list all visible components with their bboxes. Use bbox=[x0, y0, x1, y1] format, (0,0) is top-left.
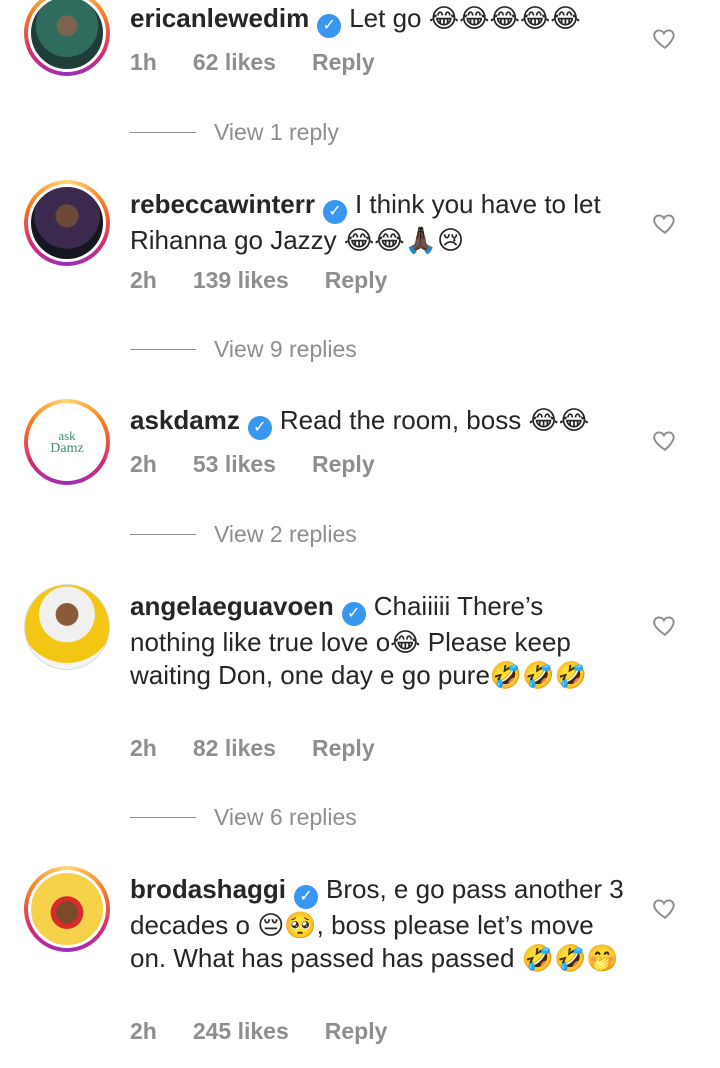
likes-count[interactable]: 53 likes bbox=[193, 451, 276, 477]
divider bbox=[130, 816, 196, 818]
likes-count[interactable]: 139 likes bbox=[193, 267, 289, 293]
username[interactable]: askdamz bbox=[130, 405, 240, 435]
view-replies-button[interactable]: View 9 replies bbox=[130, 335, 357, 363]
heart-icon[interactable] bbox=[652, 25, 678, 51]
view-replies-button[interactable]: View 2 replies bbox=[130, 520, 357, 548]
verified-badge-icon: ✓ bbox=[317, 14, 342, 38]
verified-badge-icon: ✓ bbox=[294, 885, 319, 909]
view-replies-button[interactable]: View 6 replies bbox=[130, 803, 357, 831]
heart-icon[interactable] bbox=[652, 612, 678, 638]
username[interactable]: rebeccawinterr bbox=[130, 189, 315, 219]
username[interactable]: ericanlewedim bbox=[130, 3, 309, 33]
comment-text-block: rebeccawinterr ✓ I think you have to let R… bbox=[130, 188, 630, 257]
divider bbox=[130, 533, 196, 535]
comment-text: Read the room, boss 😂😂 bbox=[279, 405, 590, 435]
reply-button[interactable]: Reply bbox=[312, 451, 375, 477]
reply-button[interactable]: Reply bbox=[325, 267, 388, 293]
likes-count[interactable]: 62 likes bbox=[193, 49, 276, 75]
comment-meta: 2h 139 likes Reply bbox=[130, 266, 423, 294]
likes-count[interactable]: 82 likes bbox=[193, 735, 276, 761]
reply-button[interactable]: Reply bbox=[312, 735, 375, 761]
comment-text-block: angelaeguavoen ✓ Chaiiiii There’s nothing … bbox=[130, 590, 630, 692]
likes-count[interactable]: 245 likes bbox=[193, 1018, 289, 1044]
reply-button[interactable]: Reply bbox=[325, 1018, 388, 1044]
comment-meta: 2h 82 likes Reply bbox=[130, 734, 411, 762]
username[interactable]: brodashaggi bbox=[130, 874, 286, 904]
comment-meta: 1h 62 likes Reply bbox=[130, 48, 411, 76]
divider bbox=[130, 131, 196, 133]
timestamp: 2h bbox=[130, 267, 157, 293]
verified-badge-icon: ✓ bbox=[341, 602, 366, 626]
timestamp: 2h bbox=[130, 451, 157, 477]
verified-badge-icon: ✓ bbox=[322, 200, 347, 224]
comment-text-block: brodashaggi ✓ Bros, e go pass another 3 de… bbox=[130, 873, 630, 975]
divider bbox=[130, 348, 196, 350]
reply-button[interactable]: Reply bbox=[312, 49, 375, 75]
verified-badge-icon: ✓ bbox=[247, 416, 272, 440]
heart-icon[interactable] bbox=[652, 427, 678, 453]
timestamp: 1h bbox=[130, 49, 157, 75]
comment-text-block: ericanlewedim ✓ Let go 😂😂😂😂😂 bbox=[130, 2, 630, 38]
avatar[interactable] bbox=[24, 584, 110, 670]
comment-meta: 2h 245 likes Reply bbox=[130, 1017, 423, 1045]
view-replies-label: View 9 replies bbox=[214, 336, 357, 362]
username[interactable]: angelaeguavoen bbox=[130, 591, 334, 621]
avatar-logo-text: Damz bbox=[50, 440, 84, 456]
timestamp: 2h bbox=[130, 735, 157, 761]
comment-meta: 2h 53 likes Reply bbox=[130, 450, 411, 478]
avatar[interactable]: ask Damz bbox=[24, 399, 110, 485]
comment-text-block: askdamz ✓ Read the room, boss 😂😂 bbox=[130, 404, 630, 440]
comment-text: Let go 😂😂😂😂😂 bbox=[349, 3, 581, 33]
avatar[interactable] bbox=[24, 0, 110, 76]
avatar[interactable] bbox=[24, 180, 110, 266]
avatar[interactable] bbox=[24, 866, 110, 952]
view-replies-label: View 2 replies bbox=[214, 521, 357, 547]
view-replies-label: View 6 replies bbox=[214, 804, 357, 830]
heart-icon[interactable] bbox=[652, 210, 678, 236]
view-replies-button[interactable]: View 1 reply bbox=[130, 118, 339, 146]
heart-icon[interactable] bbox=[652, 895, 678, 921]
view-replies-label: View 1 reply bbox=[214, 119, 339, 145]
timestamp: 2h bbox=[130, 1018, 157, 1044]
avatar-logo-text: ask bbox=[58, 427, 76, 443]
